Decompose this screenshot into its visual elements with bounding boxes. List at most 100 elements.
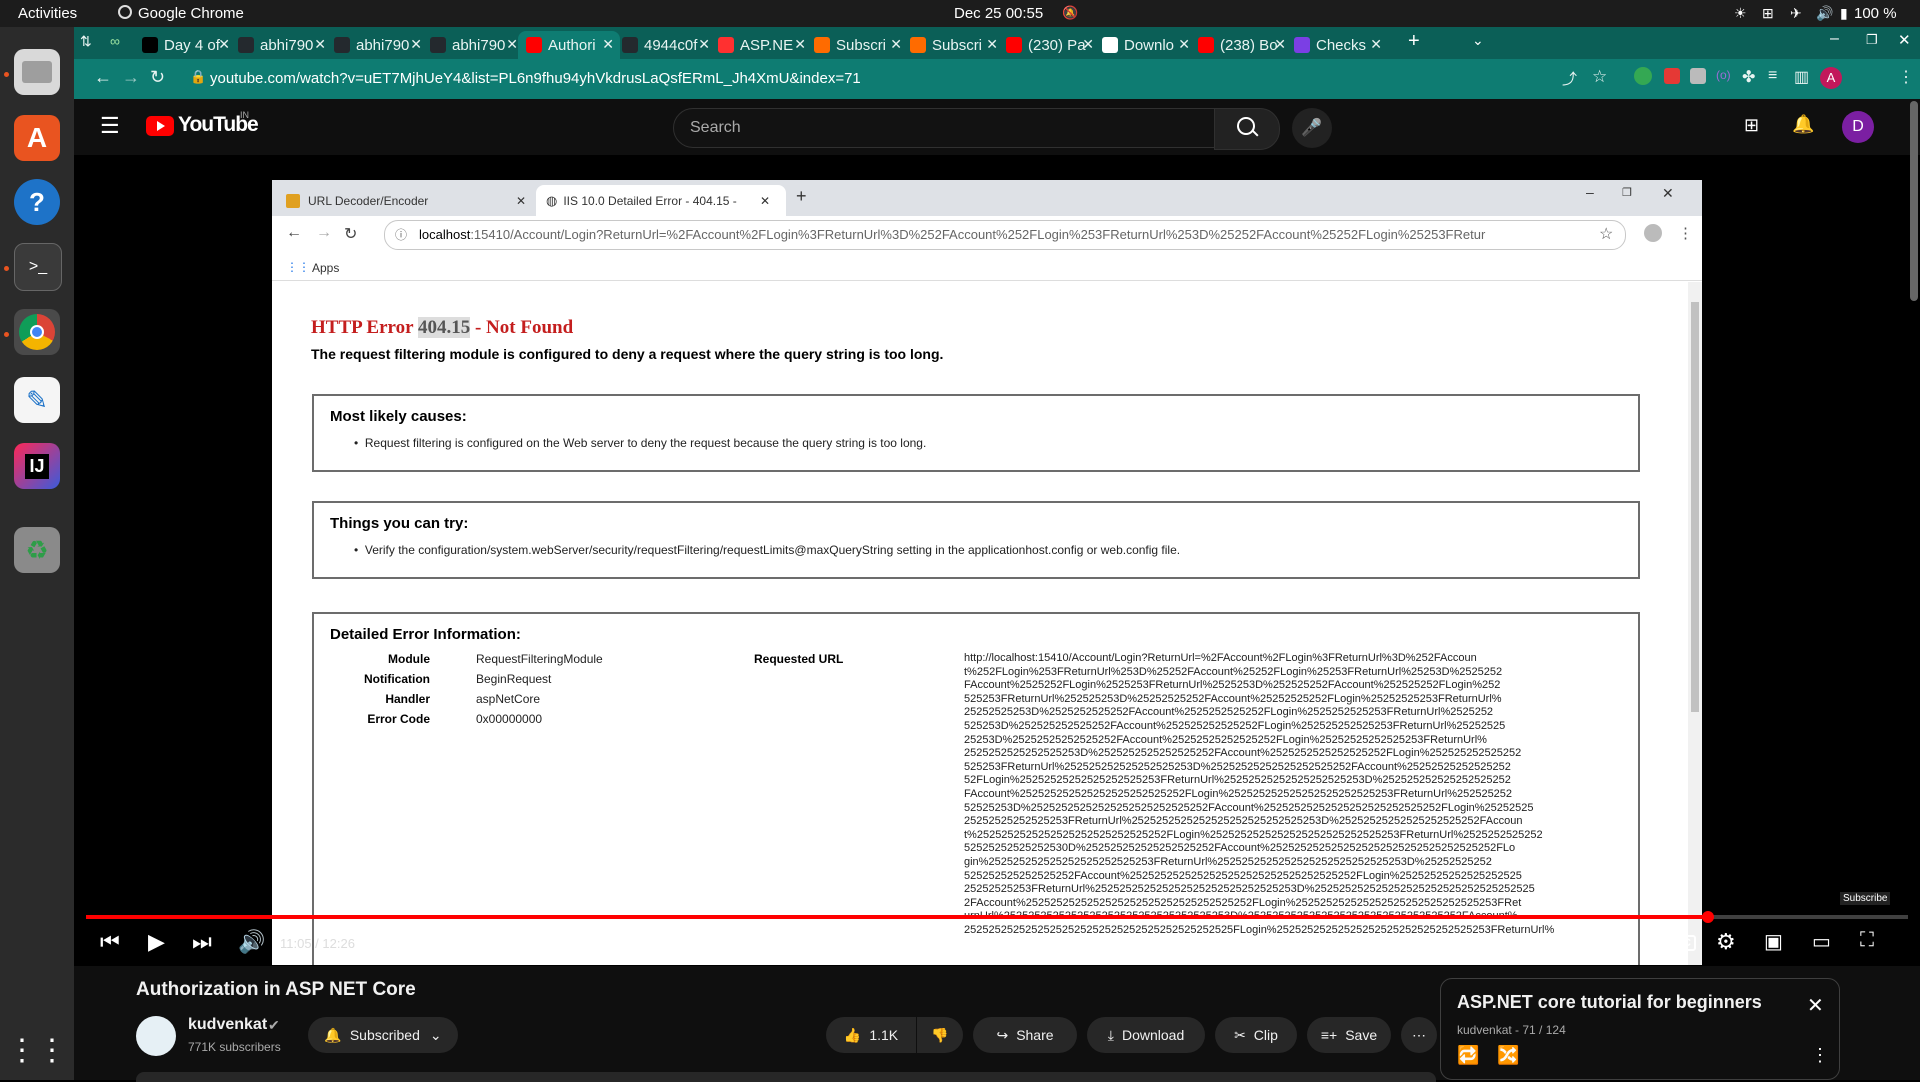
video-player[interactable]: URL Decoder/Encoder ✕ ◍ IIS 10.0 Detaile…	[74, 155, 1920, 966]
tab-close-icon[interactable]: ✕	[794, 36, 806, 53]
airplane-icon[interactable]: ✈	[1790, 5, 1802, 22]
tab-close-icon[interactable]: ✕	[890, 36, 902, 53]
software-center-icon[interactable]: A	[14, 115, 60, 161]
focused-app-name[interactable]: Google Chrome	[138, 5, 244, 22]
playlist-title[interactable]: ASP.NET core tutorial for beginners	[1457, 992, 1762, 1013]
tab-close-icon[interactable]: ✕	[1178, 36, 1190, 53]
extension-icon[interactable]	[1664, 68, 1680, 84]
reload-icon[interactable]: ↻	[150, 67, 165, 88]
chrome-tab[interactable]: abhi790 ✕	[422, 31, 524, 59]
account-avatar[interactable]: D	[1842, 111, 1874, 143]
miniplayer-icon[interactable]: ▣	[1764, 929, 1783, 954]
chrome-tab[interactable]: Subscri ✕	[806, 31, 908, 59]
maximize-icon[interactable]: ❐	[1866, 32, 1878, 48]
extensions-puzzle-icon[interactable]: ✤	[1742, 67, 1755, 87]
text-editor-icon[interactable]: ✎	[14, 377, 60, 423]
next-icon[interactable]: ⏭	[192, 929, 212, 955]
theater-mode-icon[interactable]: ▭	[1812, 929, 1831, 954]
tab-close-icon[interactable]: ✕	[410, 36, 422, 53]
profile-avatar[interactable]: A	[1820, 67, 1842, 89]
chrome-tab[interactable]: Downlo ✕	[1094, 31, 1196, 59]
tab-close-icon[interactable]: ✕	[602, 36, 614, 53]
share-button[interactable]: ↪ Share	[973, 1017, 1077, 1053]
previous-icon[interactable]: ⏮	[100, 929, 120, 955]
tab-close-icon[interactable]: ✕	[314, 36, 326, 53]
volume-icon[interactable]: 🔊	[238, 929, 265, 955]
chrome-tab[interactable]: (238) Bo ✕	[1190, 31, 1292, 59]
chrome-tab[interactable]: Authori ✕	[518, 31, 620, 59]
files-icon[interactable]	[14, 49, 60, 95]
description-box[interactable]	[136, 1072, 1436, 1082]
loop-icon[interactable]: 🔁	[1457, 1045, 1479, 1066]
chrome-tab[interactable]: Checks ✕	[1286, 31, 1388, 59]
extension-icon[interactable]	[1690, 68, 1706, 84]
search-button[interactable]	[1214, 108, 1280, 150]
page-scrollbar[interactable]	[1910, 101, 1918, 301]
share-page-icon[interactable]: ⤴	[1562, 68, 1577, 89]
tab-close-icon[interactable]: ✕	[218, 36, 230, 53]
youtube-logo-icon[interactable]	[146, 116, 174, 136]
tab-close-icon[interactable]: ✕	[698, 36, 710, 53]
tab-close-icon[interactable]: ✕	[986, 36, 998, 53]
save-button[interactable]: ≡+ Save	[1307, 1017, 1391, 1053]
back-icon[interactable]: ←	[94, 67, 112, 88]
chrome-menu-icon[interactable]: ⋮	[1898, 67, 1914, 87]
shuffle-icon[interactable]: 🔀	[1497, 1045, 1519, 1066]
tab-list-icon[interactable]: ⌄	[1472, 32, 1484, 49]
activities-button[interactable]: Activities	[18, 5, 77, 22]
tab-close-icon[interactable]: ✕	[1082, 36, 1094, 53]
settings-gear-icon[interactable]: ⚙	[1716, 929, 1736, 955]
channel-avatar[interactable]	[136, 1016, 176, 1056]
reading-list-icon[interactable]: ≡	[1768, 67, 1777, 85]
trash-icon[interactable]: ♻	[14, 527, 60, 573]
tab-search-icon[interactable]: ⇅	[80, 33, 92, 50]
more-actions-button[interactable]: ⋯	[1401, 1017, 1437, 1053]
volume-icon[interactable]: 🔊	[1816, 5, 1833, 22]
chrome-tab[interactable]: abhi790 ✕	[230, 31, 332, 59]
extension-icon[interactable]: (o)	[1716, 68, 1731, 82]
tab-close-icon[interactable]: ✕	[1274, 36, 1286, 53]
close-playlist-icon[interactable]: ✕	[1807, 993, 1824, 1018]
chrome-tab[interactable]: (230) Pa ✕	[998, 31, 1100, 59]
chrome-tab[interactable]: Day 4 of ✕	[134, 31, 236, 59]
tab-group-icon[interactable]: ∞	[110, 33, 120, 49]
playlist-menu-icon[interactable]: ⋮	[1811, 1045, 1829, 1066]
clip-button[interactable]: ✂ Clip	[1215, 1017, 1297, 1053]
progress-scrubber[interactable]	[1701, 911, 1714, 923]
site-info-icon[interactable]: 🔒	[190, 69, 206, 85]
minimize-icon[interactable]: –	[1830, 30, 1839, 48]
notifications-bell-icon[interactable]: 🔔	[1792, 114, 1814, 135]
forward-icon[interactable]: →	[122, 67, 140, 88]
search-input[interactable]: Search	[673, 108, 1215, 148]
terminal-icon[interactable]: >_	[14, 243, 62, 291]
like-button[interactable]: 👍 1.1K	[826, 1017, 916, 1053]
address-bar[interactable]: 🔒 youtube.com/watch?v=uET7MjhUeY4&list=P…	[182, 64, 1582, 94]
subscribed-button[interactable]: 🔔 Subscribed ⌄	[308, 1017, 458, 1053]
close-window-icon[interactable]: ✕	[1898, 31, 1911, 49]
bookmark-star-icon[interactable]: ☆	[1592, 67, 1607, 87]
chrome-tab[interactable]: 4944c0f ✕	[614, 31, 716, 59]
dislike-button[interactable]: 👎	[917, 1017, 963, 1053]
battery-icon[interactable]: ▮	[1840, 5, 1848, 22]
brightness-icon[interactable]: ☀	[1734, 5, 1747, 22]
progress-bar[interactable]	[86, 911, 1908, 923]
chrome-icon[interactable]	[14, 309, 60, 355]
menu-hamburger-icon[interactable]: ☰	[100, 113, 120, 139]
show-apps-icon[interactable]: ⋮⋮	[7, 1027, 67, 1073]
chrome-tab[interactable]: ASP.NE ✕	[710, 31, 812, 59]
chrome-tab[interactable]: abhi790 ✕	[326, 31, 428, 59]
help-icon[interactable]: ?	[14, 179, 60, 225]
tab-close-icon[interactable]: ✕	[1370, 36, 1382, 53]
network-icon[interactable]: ⊞	[1762, 5, 1774, 22]
tab-close-icon[interactable]: ✕	[506, 36, 518, 53]
chrome-tab[interactable]: Subscri ✕	[902, 31, 1004, 59]
extension-icon[interactable]	[1634, 67, 1652, 85]
clock[interactable]: Dec 25 00:55	[954, 5, 1043, 22]
side-panel-icon[interactable]: ▥	[1794, 67, 1809, 87]
fullscreen-icon[interactable]: ⛶	[1860, 929, 1874, 952]
voice-search-icon[interactable]: 🎤	[1292, 108, 1332, 148]
subscribe-watermark[interactable]: Subscribe	[1840, 892, 1891, 905]
create-video-icon[interactable]: ⊞	[1744, 115, 1759, 136]
new-tab-button[interactable]: +	[1408, 30, 1420, 53]
download-button[interactable]: ⤓ Download	[1087, 1017, 1205, 1053]
